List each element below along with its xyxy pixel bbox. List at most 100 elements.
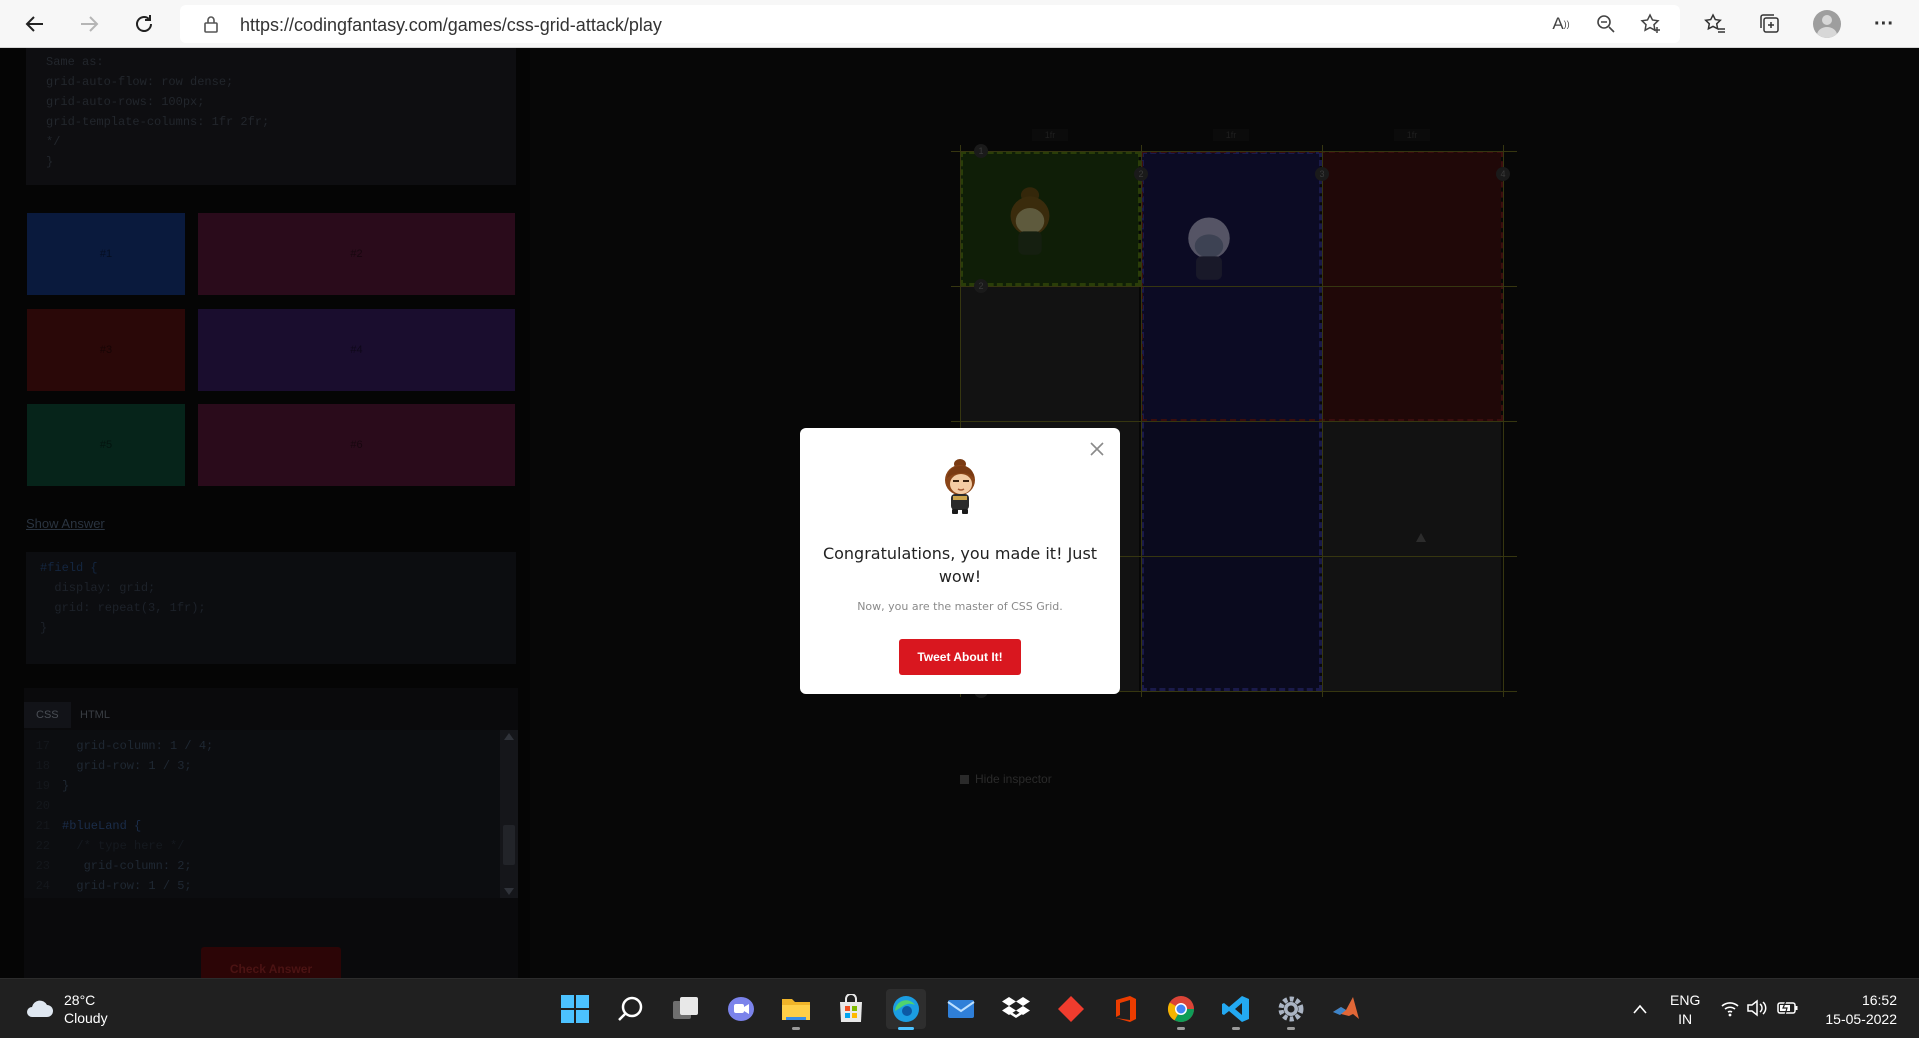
- code-snippet-top: Same as: grid-auto-flow: row dense; grid…: [26, 48, 516, 185]
- search-icon: [618, 996, 643, 1021]
- line-number: 24: [35, 879, 50, 893]
- grid-line: [951, 151, 1517, 152]
- preview-cell: #5: [27, 404, 185, 486]
- dropbox-button[interactable]: [996, 989, 1036, 1029]
- flag-marker-icon: [1416, 533, 1426, 542]
- read-aloud-icon[interactable]: A)): [1550, 13, 1572, 35]
- check-answer-button[interactable]: Check Answer: [201, 947, 341, 978]
- chevron-up-icon[interactable]: [1632, 1003, 1648, 1015]
- line-code: grid-row: 1 / 3;: [62, 759, 192, 773]
- tab-html[interactable]: HTML: [68, 702, 122, 728]
- line-number: 17: [35, 739, 50, 753]
- preview-label: #4: [350, 344, 363, 356]
- teams-chat-button[interactable]: [721, 989, 761, 1029]
- code-line: */: [46, 135, 61, 149]
- code-line: Same as:: [46, 55, 104, 69]
- matlab-button[interactable]: [1326, 989, 1366, 1029]
- system-clock[interactable]: 16:52 15-05-2022: [1825, 991, 1897, 1029]
- chrome-icon: [1167, 996, 1195, 1023]
- add-favorite-icon[interactable]: [1640, 13, 1662, 35]
- preview-cell: #6: [198, 404, 515, 486]
- running-indicator: [1287, 1027, 1295, 1030]
- grid-line: [1322, 145, 1323, 697]
- chrome-button[interactable]: [1161, 989, 1201, 1030]
- code-line: grid: repeat(3, 1fr);: [40, 601, 206, 615]
- zoom-out-icon[interactable]: [1595, 13, 1617, 35]
- windows-taskbar: 28°C Cloudy ENG IN 16:52 15-05-2022: [0, 978, 1919, 1038]
- vscode-icon: [1222, 996, 1249, 1022]
- code-line: grid-template-columns: 1fr 2fr;: [46, 115, 270, 129]
- refresh-button[interactable]: [127, 7, 161, 41]
- favorites-icon[interactable]: [1700, 9, 1730, 39]
- editor-line: 22 /* type here */: [24, 836, 518, 856]
- settings-button[interactable]: [1271, 989, 1311, 1030]
- language-code: ENG: [1670, 992, 1701, 1008]
- region-code: IN: [1678, 1011, 1693, 1027]
- wifi-icon[interactable]: [1720, 999, 1740, 1017]
- editor-line: 18 grid-row: 1 / 3;: [24, 756, 518, 776]
- editor-line: 19}: [24, 776, 518, 796]
- grid-line: [1503, 145, 1504, 697]
- column-size-label: 1fr: [1032, 129, 1068, 141]
- forward-button[interactable]: [72, 7, 106, 41]
- url-text[interactable]: https://codingfantasy.com/games/css-grid…: [240, 15, 662, 36]
- clock-time: 16:52: [1861, 992, 1897, 1008]
- grid-line: [951, 286, 1517, 287]
- vscode-button[interactable]: [1216, 989, 1256, 1030]
- address-bar[interactable]: https://codingfantasy.com/games/css-grid…: [180, 5, 1680, 43]
- preview-cell: #2: [198, 213, 515, 295]
- modal-subtitle: Now, you are the master of CSS Grid.: [857, 600, 1063, 613]
- office-button[interactable]: [1106, 989, 1146, 1029]
- hide-inspector-toggle[interactable]: Hide inspector: [960, 772, 1052, 786]
- scroll-up-icon[interactable]: [504, 733, 514, 740]
- lock-icon: [204, 16, 218, 33]
- more-options-icon[interactable]: ···: [1869, 9, 1899, 39]
- show-answer-link[interactable]: Show Answer: [26, 516, 105, 531]
- search-button[interactable]: [611, 989, 651, 1029]
- close-icon[interactable]: [1088, 440, 1106, 458]
- column-size-label: 1fr: [1213, 129, 1249, 141]
- game-page: Same as: grid-auto-flow: row dense; grid…: [0, 48, 1919, 978]
- board-cell: [960, 286, 1139, 421]
- code-line: display: grid;: [40, 581, 156, 595]
- git-button[interactable]: [1051, 989, 1091, 1029]
- line-number-badge: 1: [974, 144, 988, 158]
- sidebar-panel: Same as: grid-auto-flow: row dense; grid…: [0, 48, 530, 978]
- collections-icon[interactable]: [1755, 9, 1785, 39]
- weather-widget[interactable]: 28°C Cloudy: [24, 991, 108, 1027]
- task-view-button[interactable]: [666, 989, 706, 1029]
- hide-inspector-label: Hide inspector: [975, 772, 1052, 786]
- code-editor[interactable]: 17 grid-column: 1 / 4; 18 grid-row: 1 / …: [24, 730, 518, 898]
- tweet-about-it-button[interactable]: Tweet About It!: [899, 639, 1021, 675]
- back-button[interactable]: [18, 7, 52, 41]
- start-button[interactable]: [555, 989, 595, 1029]
- dropbox-icon: [1002, 997, 1030, 1018]
- language-indicator[interactable]: ENG IN: [1670, 991, 1700, 1029]
- settings-icon: [1278, 996, 1304, 1022]
- hero-character-icon: [1010, 187, 1050, 255]
- battery-icon[interactable]: [1776, 999, 1800, 1017]
- running-indicator: [1177, 1027, 1185, 1030]
- line-number-badge: 3: [1315, 167, 1329, 181]
- line-number: 19: [35, 779, 50, 793]
- editor-line: 21 #blueLand {: [24, 816, 518, 836]
- file-explorer-button[interactable]: [776, 989, 816, 1030]
- profile-avatar[interactable]: [1813, 10, 1841, 38]
- microsoft-store-button[interactable]: [831, 989, 871, 1029]
- running-indicator: [792, 1027, 800, 1030]
- checkbox-icon[interactable]: [960, 774, 969, 784]
- scroll-down-icon[interactable]: [504, 888, 514, 895]
- line-number: 22: [35, 839, 50, 853]
- task-view-icon: [673, 997, 698, 1019]
- tab-css[interactable]: CSS: [24, 702, 71, 728]
- mail-button[interactable]: [941, 989, 981, 1029]
- edge-button[interactable]: [886, 989, 926, 1030]
- running-indicator: [1232, 1027, 1240, 1030]
- line-number-badge: 4: [1496, 167, 1510, 181]
- line-code: grid-column: 2;: [62, 859, 192, 873]
- line-code: grid-column: 1 / 4;: [62, 739, 214, 753]
- editor-scrollbar[interactable]: [500, 730, 518, 898]
- volume-icon[interactable]: [1746, 999, 1768, 1017]
- preview-cell: #1: [27, 213, 185, 295]
- scroll-thumb[interactable]: [503, 825, 515, 865]
